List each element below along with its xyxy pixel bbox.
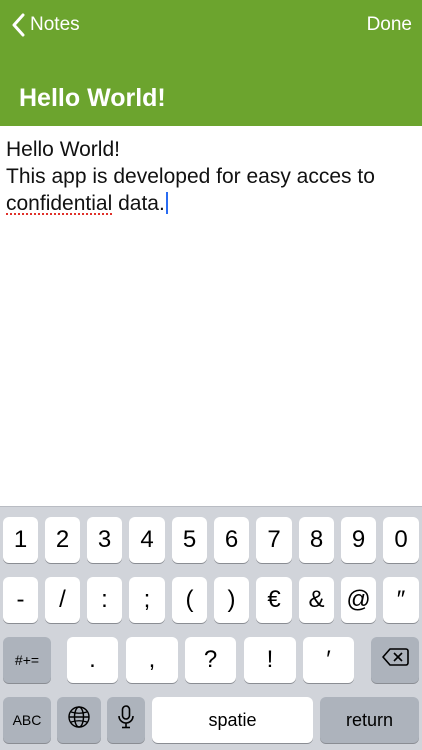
note-line-3: confidential data. <box>6 190 416 217</box>
key-ampersand[interactable]: & <box>299 577 334 623</box>
key-4[interactable]: 4 <box>129 517 165 563</box>
dictation-key[interactable] <box>107 697 145 743</box>
key-open-paren[interactable]: ( <box>172 577 207 623</box>
key-question[interactable]: ? <box>185 637 236 683</box>
key-0[interactable]: 0 <box>383 517 419 563</box>
keyboard: 1 2 3 4 5 6 7 8 9 0 - / : ; ( ) € & @ ″ … <box>0 506 422 750</box>
key-2[interactable]: 2 <box>45 517 80 563</box>
note-text-editor[interactable]: Hello World! This app is developed for e… <box>0 126 422 506</box>
key-apostrophe[interactable]: ′ <box>303 637 354 683</box>
key-1[interactable]: 1 <box>3 517 38 563</box>
note-line-2: This app is developed for easy acces to <box>6 165 375 188</box>
key-at[interactable]: @ <box>341 577 376 623</box>
key-7[interactable]: 7 <box>256 517 292 563</box>
chevron-left-icon <box>8 11 28 39</box>
key-period[interactable]: . <box>67 637 118 683</box>
key-close-paren[interactable]: ) <box>214 577 249 623</box>
page-title: Hello World! <box>19 84 166 112</box>
note-line-3-rest: data. <box>112 192 165 215</box>
navigation-header: Notes Done Hello World! <box>0 0 422 126</box>
key-5[interactable]: 5 <box>172 517 207 563</box>
text-caret <box>165 192 168 214</box>
key-hyphen[interactable]: - <box>3 577 38 623</box>
return-key[interactable]: return <box>320 697 419 743</box>
microphone-icon <box>117 704 135 736</box>
key-semicolon[interactable]: ; <box>129 577 165 623</box>
backspace-key[interactable] <box>371 637 419 683</box>
globe-key[interactable] <box>57 697 101 743</box>
done-button[interactable]: Done <box>367 10 412 40</box>
back-label: Notes <box>30 14 80 35</box>
key-double-quote[interactable]: ″ <box>383 577 419 623</box>
globe-icon <box>67 705 91 736</box>
misspelled-word[interactable]: confidential <box>6 192 112 215</box>
back-button[interactable]: Notes <box>8 10 80 40</box>
key-8[interactable]: 8 <box>299 517 334 563</box>
backspace-icon <box>381 646 409 674</box>
note-line-1: Hello World! <box>6 138 120 161</box>
key-9[interactable]: 9 <box>341 517 376 563</box>
key-exclamation[interactable]: ! <box>244 637 296 683</box>
key-colon[interactable]: : <box>87 577 122 623</box>
key-comma[interactable]: , <box>126 637 178 683</box>
key-3[interactable]: 3 <box>87 517 122 563</box>
key-more-symbols[interactable]: #+= <box>3 637 51 683</box>
key-euro[interactable]: € <box>256 577 292 623</box>
key-slash[interactable]: / <box>45 577 80 623</box>
space-key[interactable]: spatie <box>152 697 313 743</box>
key-abc[interactable]: ABC <box>3 697 51 743</box>
key-6[interactable]: 6 <box>214 517 249 563</box>
